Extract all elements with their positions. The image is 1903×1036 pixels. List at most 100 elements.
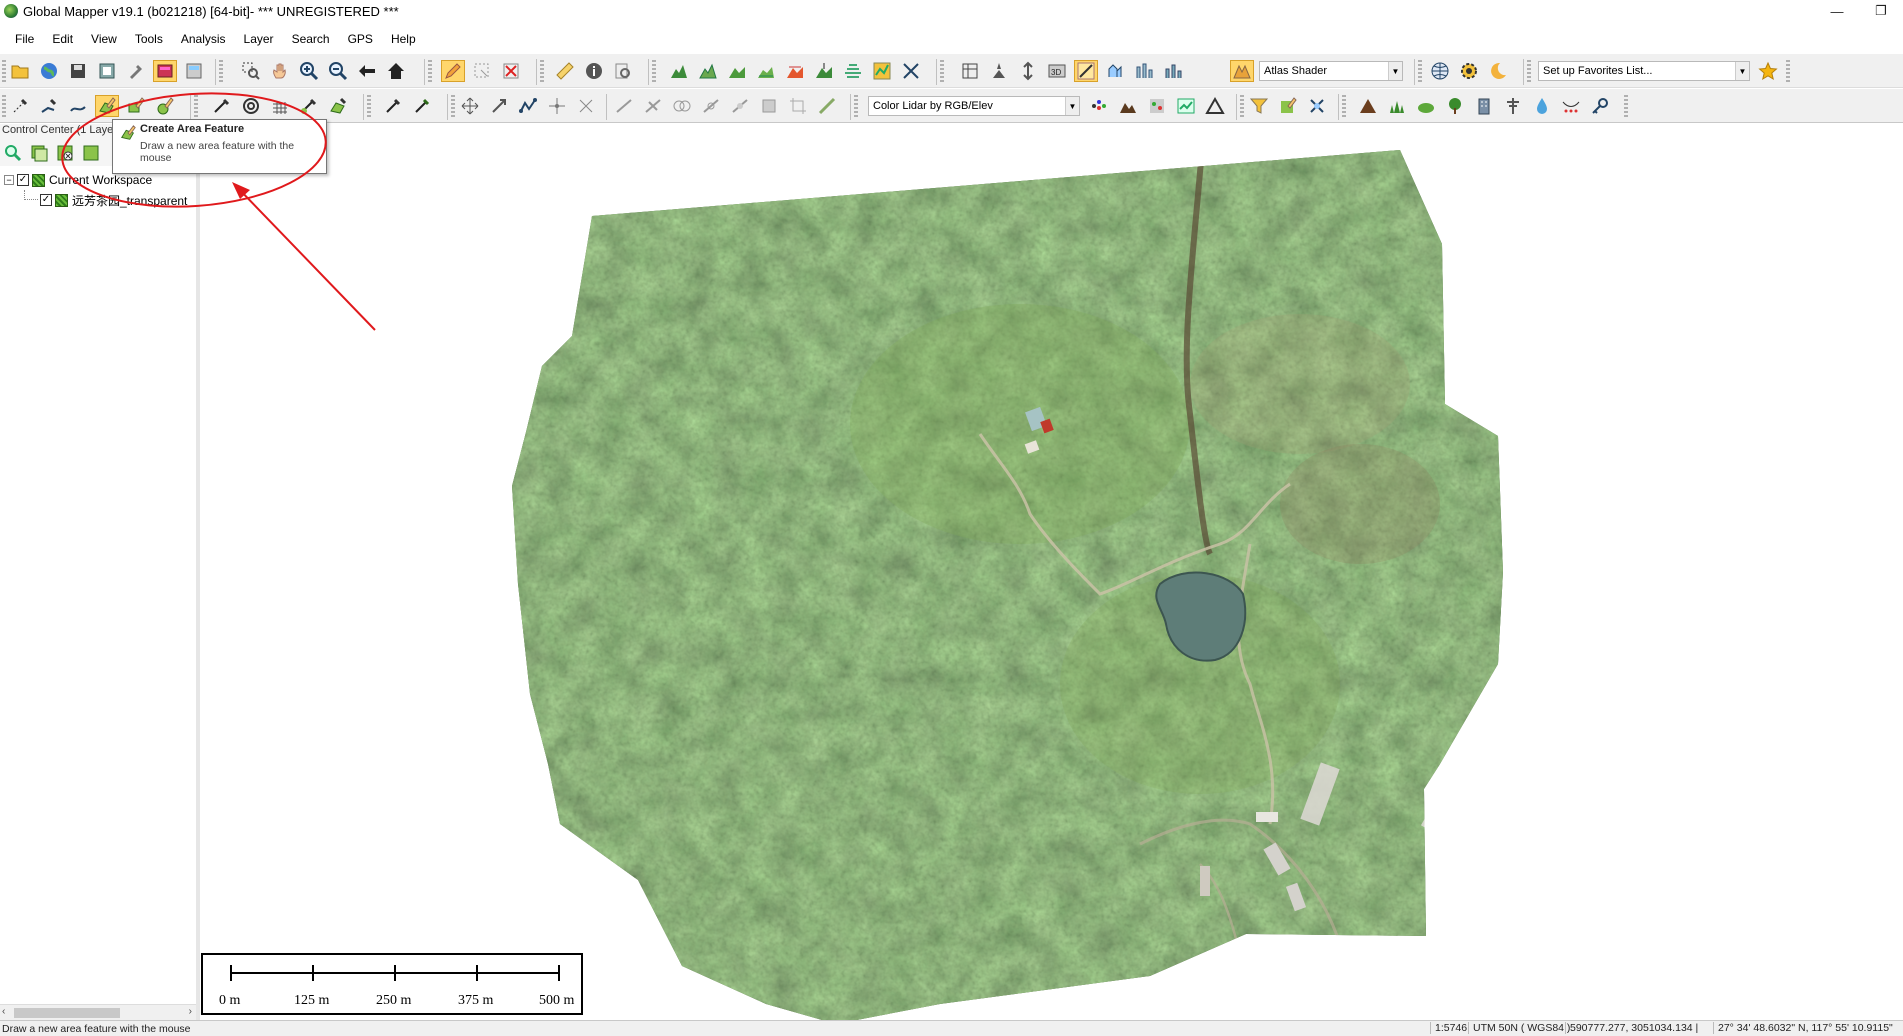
contour-icon[interactable] — [754, 60, 778, 82]
move-feature-icon[interactable] — [458, 95, 482, 117]
view-shed-icon[interactable] — [696, 60, 720, 82]
menu-file[interactable]: File — [6, 30, 43, 48]
feature-extract-key-icon[interactable] — [1588, 95, 1612, 117]
scroll-left-icon[interactable]: ‹ — [2, 1006, 5, 1017]
zoom-out-icon[interactable] — [326, 60, 350, 82]
restore-button[interactable]: ❐ — [1859, 0, 1903, 22]
workspace-checkbox[interactable]: ✓ — [17, 174, 29, 186]
atlas-shader-icon[interactable] — [1230, 60, 1254, 82]
grid-create-icon[interactable] — [268, 95, 292, 117]
toolbar-grip[interactable] — [219, 60, 223, 84]
layer-checkbox[interactable]: ✓ — [40, 194, 52, 206]
export-icon[interactable] — [95, 60, 119, 82]
menu-tools[interactable]: Tools — [126, 30, 172, 48]
split-line-icon[interactable] — [612, 95, 636, 117]
terrain-profile-icon[interactable] — [667, 60, 691, 82]
raster-calc-icon[interactable] — [870, 60, 894, 82]
path-profile-icon[interactable] — [899, 60, 923, 82]
menu-analysis[interactable]: Analysis — [172, 30, 235, 48]
menu-layer[interactable]: Layer — [235, 30, 283, 48]
toolbar-grip[interactable] — [1527, 60, 1531, 84]
lighting-icon[interactable] — [987, 60, 1011, 82]
volume-icon[interactable] — [725, 60, 749, 82]
feature-extract-building-icon[interactable] — [1472, 95, 1496, 117]
pan-hand-icon[interactable] — [268, 60, 292, 82]
lidar-color-select[interactable]: Color Lidar by RGB/Elev ▼ — [868, 96, 1080, 116]
toolbar-grip[interactable] — [1342, 95, 1346, 119]
menu-edit[interactable]: Edit — [43, 30, 82, 48]
favorites-select[interactable]: Set up Favorites List... ▼ — [1538, 61, 1750, 81]
create-area-feature-icon[interactable] — [95, 95, 119, 117]
snap-icon[interactable] — [574, 95, 598, 117]
select-rectangle-icon[interactable] — [470, 60, 494, 82]
chevron-down-icon[interactable]: ▼ — [1388, 62, 1402, 80]
panel-splitter[interactable] — [196, 124, 200, 1020]
zoom-in-icon[interactable] — [297, 60, 321, 82]
globe-icon[interactable] — [37, 60, 61, 82]
feature-extract-pole-icon[interactable] — [1501, 95, 1525, 117]
crop-icon[interactable] — [786, 95, 810, 117]
home-icon[interactable] — [384, 60, 408, 82]
minimize-button[interactable]: — — [1815, 0, 1859, 22]
toolbar-grip[interactable] — [194, 95, 198, 119]
tools-icon[interactable] — [124, 60, 148, 82]
zoom-to-layer-icon[interactable] — [2, 142, 24, 164]
lidar-edit-icon[interactable] — [1276, 95, 1300, 117]
create-line-smooth-icon[interactable] — [66, 95, 90, 117]
menu-gps[interactable]: GPS — [339, 30, 382, 48]
feature-extract-powerline-icon[interactable] — [1559, 95, 1583, 117]
add-layer-icon[interactable] — [80, 142, 102, 164]
toolbar-grip[interactable] — [1418, 60, 1422, 84]
lidar-triangle-icon[interactable] — [1203, 95, 1227, 117]
toolbar-grip[interactable] — [940, 60, 944, 84]
map-view[interactable] — [200, 124, 1903, 1024]
create-point-feature-icon[interactable] — [8, 95, 32, 117]
rotate-feature-icon[interactable] — [487, 95, 511, 117]
toolbar-grip[interactable] — [1240, 95, 1244, 119]
layout-icon[interactable] — [182, 60, 206, 82]
lidar-profile-icon[interactable] — [1174, 95, 1198, 117]
layer-options-icon[interactable] — [28, 142, 50, 164]
save-icon[interactable] — [66, 60, 90, 82]
measure-line-icon[interactable] — [815, 95, 839, 117]
create-range-ring-icon[interactable] — [210, 95, 234, 117]
toolbar-grip[interactable] — [428, 60, 432, 84]
move-vertex-icon[interactable] — [545, 95, 569, 117]
lidar-thin-icon[interactable] — [1305, 95, 1329, 117]
chevron-down-icon[interactable]: ▼ — [1065, 97, 1079, 115]
lidar-filter-icon[interactable] — [1247, 95, 1271, 117]
cut-area-icon[interactable] — [641, 95, 665, 117]
orthophoto-map[interactable] — [200, 124, 1903, 1024]
create-line-feature-icon[interactable] — [37, 95, 61, 117]
chevron-down-icon[interactable]: ▼ — [1735, 62, 1749, 80]
overlay-control-icon[interactable] — [153, 60, 177, 82]
toolbar-grip[interactable] — [2, 60, 6, 84]
feature-extract-shrub-icon[interactable] — [1414, 95, 1438, 117]
shader-toggle-icon[interactable] — [1074, 60, 1098, 82]
area-to-line-icon[interactable] — [757, 95, 781, 117]
toolbar-grip[interactable] — [1624, 95, 1628, 119]
toolbar-grip[interactable] — [540, 60, 544, 84]
watershed-icon[interactable] — [783, 60, 807, 82]
create-circle-area-icon[interactable] — [153, 95, 177, 117]
zoom-box-icon[interactable] — [239, 60, 263, 82]
config-gear-icon[interactable] — [1457, 60, 1481, 82]
feature-extract-ground-icon[interactable] — [1356, 95, 1380, 117]
elevation-legend-icon[interactable] — [1103, 60, 1127, 82]
target-icon[interactable] — [239, 95, 263, 117]
measure-ruler-icon[interactable] — [553, 60, 577, 82]
lidar-points-icon[interactable] — [1087, 95, 1111, 117]
toolbar-grip[interactable] — [367, 95, 371, 119]
projection-globe-icon[interactable] — [1428, 60, 1452, 82]
lidar-classify-icon[interactable] — [1145, 95, 1169, 117]
horizontal-scrollbar[interactable]: ‹ › — [0, 1004, 196, 1020]
collapse-icon[interactable]: − — [4, 175, 14, 185]
create-rectangle-area-icon[interactable] — [124, 95, 148, 117]
edit-area-icon[interactable] — [326, 95, 350, 117]
terrain-slope-icon[interactable] — [1132, 60, 1156, 82]
connect-line-icon[interactable] — [516, 95, 540, 117]
digitizer-pencil-icon[interactable] — [441, 60, 465, 82]
vertical-exag-icon[interactable] — [1016, 60, 1040, 82]
hill-shading-icon[interactable] — [1161, 60, 1185, 82]
close-layer-icon[interactable] — [54, 142, 76, 164]
